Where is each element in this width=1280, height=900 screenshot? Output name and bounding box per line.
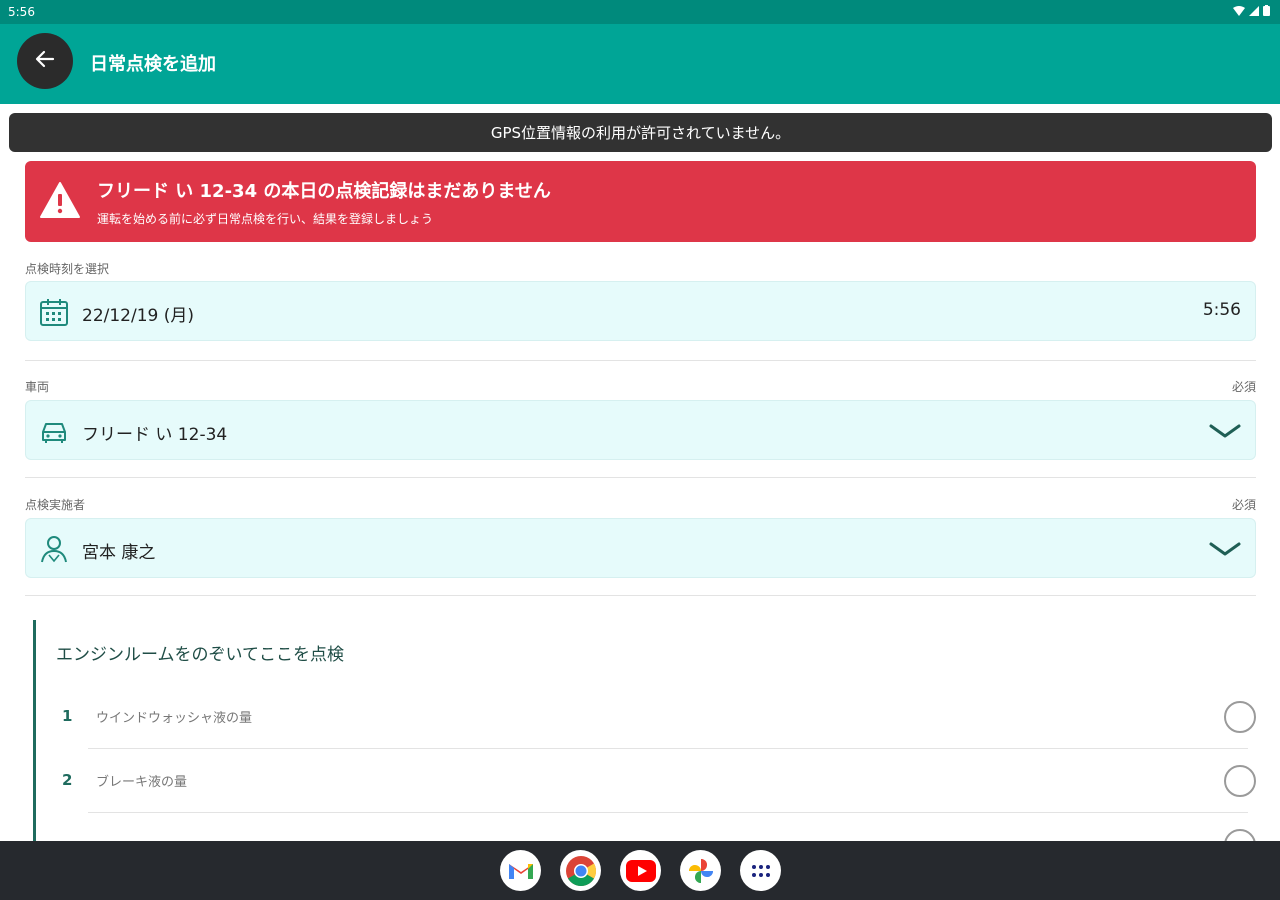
app-bar: 日常点検を追加 — [0, 24, 1280, 104]
inspector-value: 宮本 康之 — [82, 543, 156, 563]
check-item-number: 1 — [62, 707, 73, 725]
app-drawer-icon[interactable] — [740, 850, 781, 891]
divider — [25, 595, 1256, 596]
status-time: 5:56 — [8, 5, 35, 19]
app-dock — [500, 850, 781, 891]
signal-icon — [1249, 5, 1259, 19]
check-radio[interactable] — [1224, 701, 1256, 733]
inspector-required-badge: 必須 — [1231, 498, 1256, 512]
vehicle-label: 車両 — [25, 380, 50, 394]
vehicle-value: フリード い 12-34 — [82, 425, 228, 445]
vehicle-select[interactable]: フリード い 12-34 — [25, 400, 1256, 460]
section-title: エンジンルームをのぞいてここを点検 — [56, 645, 344, 665]
person-icon — [38, 533, 70, 565]
inspector-label: 点検実施者 — [25, 498, 86, 512]
check-item: 2 ブレーキ液の量 — [56, 749, 1256, 813]
check-item-label: ウインドウォッシャ液の量 — [96, 711, 253, 726]
time-value: 5:56 — [1202, 300, 1241, 320]
arrow-left-icon — [33, 47, 57, 75]
system-icons — [1233, 5, 1270, 19]
youtube-icon[interactable] — [620, 850, 661, 891]
status-bar: 5:56 — [0, 0, 1280, 24]
alert-title: フリード い 12-34 の本日の点検記録はまだありません — [97, 181, 551, 202]
warning-icon — [39, 181, 81, 219]
check-item-label: ブレーキ液の量 — [96, 775, 188, 790]
wifi-icon — [1233, 5, 1245, 19]
page-title: 日常点検を追加 — [90, 54, 216, 75]
gps-permission-banner: GPS位置情報の利用が許可されていません。 — [9, 113, 1272, 152]
battery-icon — [1263, 5, 1270, 19]
inspector-select[interactable]: 宮本 康之 — [25, 518, 1256, 578]
gmail-icon[interactable] — [500, 850, 541, 891]
check-radio[interactable] — [1224, 765, 1256, 797]
vehicle-required-badge: 必須 — [1231, 380, 1256, 394]
checklist-section: エンジンルームをのぞいてここを点検 1 ウインドウォッシャ液の量 2 ブレーキ液… — [33, 620, 1263, 861]
no-inspection-alert: フリード い 12-34 の本日の点検記録はまだありません 運転を始める前に必ず… — [25, 161, 1256, 242]
datetime-label: 点検時刻を選択 — [25, 262, 110, 276]
gps-banner-text: GPS位置情報の利用が許可されていません。 — [490, 124, 791, 142]
datetime-picker[interactable]: 22/12/19 (月) 5:56 — [25, 281, 1256, 341]
divider — [25, 477, 1256, 478]
chevron-down-icon — [1209, 537, 1241, 561]
taskbar — [0, 841, 1280, 900]
alert-subtitle: 運転を始める前に必ず日常点検を行い、結果を登録しましょう — [97, 212, 434, 226]
back-button[interactable] — [17, 33, 73, 89]
check-item-number: 2 — [62, 771, 73, 789]
chrome-icon[interactable] — [560, 850, 601, 891]
divider — [25, 360, 1256, 361]
check-item: 1 ウインドウォッシャ液の量 — [56, 685, 1256, 749]
date-value: 22/12/19 (月) — [82, 306, 195, 326]
chevron-down-icon — [1209, 419, 1241, 443]
car-icon — [38, 415, 70, 447]
photos-icon[interactable] — [680, 850, 721, 891]
calendar-icon — [38, 296, 70, 328]
